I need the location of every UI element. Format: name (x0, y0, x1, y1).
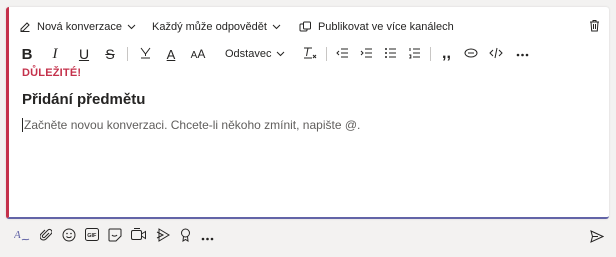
compose-box: Nová konverzace Každý může odpovědět Pub… (6, 7, 609, 219)
bulleted-list-icon (384, 47, 397, 62)
code-snippet-button[interactable] (489, 45, 504, 63)
clear-formatting-icon (303, 46, 317, 62)
toolbar-separator (326, 47, 328, 61)
bold-button[interactable]: B (21, 45, 33, 63)
bulleted-list-button[interactable] (383, 45, 397, 63)
numbered-list-icon (408, 47, 421, 62)
stream-icon (156, 227, 170, 247)
text-caret (22, 118, 23, 132)
more-options-button[interactable] (200, 228, 214, 246)
svg-text:GIF: GIF (87, 233, 97, 239)
underline-icon: U (78, 46, 90, 62)
message-body-placeholder: Začněte novou konverzaci. Chcete-li něko… (24, 118, 361, 132)
gif-button[interactable]: GIF (85, 228, 99, 246)
highlight-button[interactable] (138, 45, 152, 63)
attach-button[interactable] (39, 228, 53, 246)
toolbar-separator (127, 47, 128, 61)
format-icon: A (13, 228, 30, 247)
font-color-button[interactable]: A (164, 45, 178, 63)
paragraph-label: Odstavec (225, 48, 272, 60)
svg-text:A: A (14, 229, 21, 241)
font-size-button[interactable]: AA (190, 45, 206, 63)
stream-button[interactable] (156, 227, 170, 247)
formatting-toolbar: B I U S A AA Odstavec ,, (21, 45, 529, 63)
publish-multiple-channels-button[interactable]: Publikovat ve více kanálech (299, 21, 454, 33)
who-can-reply-label: Každý může odpovědět (152, 21, 267, 33)
new-conversation-label: Nová konverzace (37, 21, 122, 33)
font-color-icon: A (166, 46, 176, 62)
importance-label: DŮLEŽITÉ! (22, 67, 82, 79)
toolbar-separator (430, 47, 432, 61)
highlight-icon (139, 46, 152, 62)
paragraph-dropdown[interactable]: Odstavec (225, 45, 285, 63)
font-size-icon: AA (190, 47, 206, 61)
quote-icon: ,, (442, 45, 451, 62)
message-body-input[interactable]: Začněte novou konverzaci. Chcete-li něko… (22, 118, 360, 132)
decrease-indent-icon (336, 47, 349, 62)
subject-field[interactable]: Přidání předmětu (22, 91, 145, 108)
strikethrough-icon: S (105, 46, 115, 62)
increase-indent-button[interactable] (359, 45, 373, 63)
new-conversation-dropdown[interactable]: Nová konverzace (19, 21, 136, 33)
copy-channels-icon (299, 21, 312, 33)
increase-indent-icon (360, 47, 373, 62)
more-options-icon (201, 228, 214, 246)
praise-icon (180, 228, 191, 247)
compose-actions-bar: A GIF (13, 227, 223, 247)
sticker-button[interactable] (108, 228, 122, 246)
trash-icon (589, 19, 600, 36)
attach-icon (39, 228, 53, 247)
more-options-icon (516, 48, 529, 60)
who-can-reply-dropdown[interactable]: Každý může odpovědět (152, 21, 281, 33)
strikethrough-button[interactable]: S (103, 45, 117, 63)
send-button[interactable] (590, 230, 605, 248)
quote-button[interactable]: ,, (439, 45, 453, 63)
link-icon (464, 47, 478, 62)
more-options-button[interactable] (515, 45, 529, 63)
gif-icon: GIF (85, 228, 99, 246)
publish-label: Publikovat ve více kanálech (317, 21, 454, 33)
praise-button[interactable] (179, 228, 191, 246)
discard-button[interactable] (589, 19, 600, 37)
edit-icon (19, 21, 31, 33)
meet-now-button[interactable] (131, 228, 147, 246)
numbered-list-button[interactable] (407, 45, 421, 63)
format-button[interactable]: A (13, 228, 30, 247)
link-button[interactable] (464, 45, 478, 63)
chevron-down-icon (276, 48, 285, 60)
decrease-indent-button[interactable] (335, 45, 349, 63)
chevron-down-icon (272, 24, 281, 30)
italic-icon: I (52, 45, 58, 62)
chevron-down-icon (127, 24, 136, 30)
emoji-icon (62, 228, 76, 247)
emoji-button[interactable] (62, 228, 76, 246)
clear-formatting-button[interactable] (303, 45, 317, 63)
sticker-icon (108, 228, 122, 247)
italic-button[interactable]: I (47, 45, 63, 63)
underline-button[interactable]: U (77, 45, 91, 63)
code-snippet-icon (489, 47, 504, 62)
post-options-bar: Nová konverzace Každý může odpovědět Pub… (19, 19, 454, 35)
meet-now-icon (131, 228, 147, 246)
bold-icon: B (21, 45, 33, 63)
send-icon (590, 230, 605, 247)
